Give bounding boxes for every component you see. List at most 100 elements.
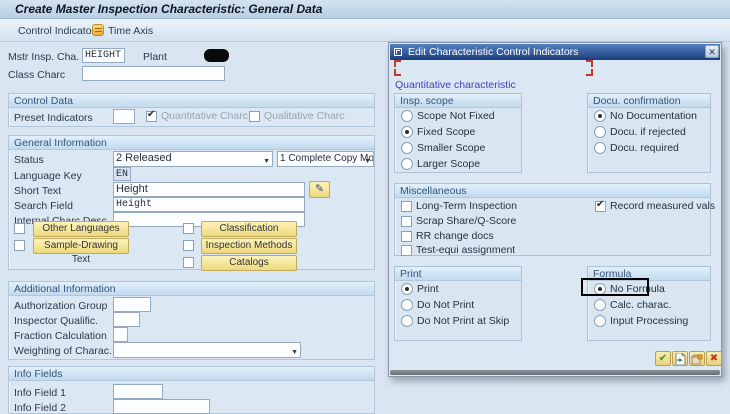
preset-indicators-input[interactable]: [113, 109, 135, 124]
rr-change-docs-checkbox[interactable]: RR change docs: [401, 230, 494, 242]
language-key-label: Language Key: [14, 170, 82, 182]
radio-icon: [594, 315, 606, 327]
cancel-button[interactable]: ✖: [706, 351, 722, 366]
authorization-group-input[interactable]: [113, 297, 151, 312]
checkbox-checked-icon: [146, 111, 157, 122]
radio-do-not-print[interactable]: Do Not Print: [401, 299, 474, 311]
other-languages-checkbox[interactable]: [14, 223, 25, 234]
radio-selected-icon: [594, 283, 606, 295]
time-axis-button[interactable]: Time Axis: [108, 23, 153, 39]
status-dropdown[interactable]: 2 Released ▼: [113, 151, 273, 167]
radio-print[interactable]: Print: [401, 283, 439, 295]
close-button[interactable]: ✕: [705, 45, 719, 58]
radio-label: Docu. if rejected: [610, 126, 686, 138]
record-measured-vals-checkbox[interactable]: Record measured vals: [595, 200, 715, 212]
checkbox-label: Test-equi assignment: [416, 244, 515, 256]
inspection-methods-button[interactable]: Inspection Methods: [201, 238, 297, 254]
cursor-marker-bottom-left: [394, 69, 401, 76]
control-indicators-button[interactable]: Control Indicators: [18, 23, 100, 39]
checkbox-unchecked-icon: [14, 240, 25, 251]
search-field-input[interactable]: Height: [113, 197, 305, 212]
sample-drawing-text-button[interactable]: Sample-Drawing Text: [33, 238, 129, 254]
copy-model-value: 1 Complete Copy Model: [280, 153, 374, 164]
language-key-input[interactable]: EN: [113, 167, 131, 181]
checkbox-unchecked-icon: [183, 240, 194, 251]
scrap-share-checkbox[interactable]: Scrap Share/Q-Score: [401, 215, 516, 227]
cursor-marker-bottom-right: [586, 69, 593, 76]
search-field-label: Search Field: [14, 200, 73, 212]
classification-button[interactable]: Classification: [201, 221, 297, 237]
info-fields-header: Info Fields: [9, 367, 374, 381]
radio-docu-required[interactable]: Docu. required: [594, 142, 679, 154]
time-axis-icon: [92, 24, 104, 36]
insp-scope-group: Insp. scope Scope Not Fixed Fixed Scope …: [394, 93, 522, 173]
inspection-methods-checkbox[interactable]: [183, 240, 194, 251]
weighting-of-charac-label: Weighting of Charac.: [14, 345, 112, 357]
other-languages-button[interactable]: Other Languages: [33, 221, 129, 237]
radio-docu-if-rejected[interactable]: Docu. if rejected: [594, 126, 686, 138]
formula-header: Formula: [588, 267, 710, 281]
dialog-bottom-shadow: [390, 370, 720, 375]
radio-icon: [594, 142, 606, 154]
fraction-calculation-input[interactable]: [113, 327, 128, 342]
dialog-window-icon: [394, 48, 402, 56]
inspector-qualific-input[interactable]: [113, 312, 140, 327]
qualitative-charc-label: Qualitative Charc: [264, 110, 345, 122]
import-button[interactable]: [689, 351, 705, 366]
dropdown-arrow-icon: ▼: [364, 155, 371, 167]
radio-label: No Formula: [610, 283, 665, 295]
radio-icon: [401, 299, 413, 311]
dropdown-arrow-icon: ▼: [291, 346, 298, 358]
quantitative-charc-checkbox[interactable]: Quantitative Charc: [146, 110, 248, 122]
sample-drawing-checkbox[interactable]: [14, 240, 25, 251]
status-label: Status: [14, 154, 44, 166]
plant-value-redacted: [204, 49, 229, 62]
radio-icon: [594, 299, 606, 311]
radio-icon: [594, 126, 606, 138]
radio-do-not-print-at-skip[interactable]: Do Not Print at Skip: [401, 315, 509, 327]
radio-calc-charac[interactable]: Calc. charac.: [594, 299, 671, 311]
copy-button[interactable]: [672, 351, 688, 366]
class-charc-label: Class Charc: [8, 69, 65, 81]
classification-checkbox[interactable]: [183, 223, 194, 234]
radio-input-processing[interactable]: Input Processing: [594, 315, 688, 327]
info-field-2-input[interactable]: [113, 399, 210, 414]
dropdown-arrow-icon: ▼: [263, 155, 270, 167]
checkbox-label: Scrap Share/Q-Score: [416, 215, 516, 227]
mstr-insp-cha-input[interactable]: HEIGHT: [82, 48, 125, 63]
package-icon: [691, 353, 703, 365]
radio-selected-icon: [401, 126, 413, 138]
confirm-button[interactable]: ✔: [655, 351, 671, 366]
general-information-section: General Information Status 2 Released ▼ …: [8, 135, 375, 270]
radio-label: Input Processing: [610, 315, 688, 327]
dialog-titlebar[interactable]: Edit Characteristic Control Indicators: [390, 44, 720, 60]
edit-text-button[interactable]: ✎: [309, 181, 330, 198]
radio-no-formula[interactable]: No Formula: [594, 283, 665, 295]
checkbox-unchecked-icon: [401, 231, 412, 242]
class-charc-input[interactable]: [82, 66, 225, 81]
copy-model-dropdown[interactable]: 1 Complete Copy Model ▼: [277, 151, 374, 167]
catalogs-checkbox[interactable]: [183, 257, 194, 268]
general-information-header: General Information: [9, 136, 374, 150]
radio-smaller-scope[interactable]: Smaller Scope: [401, 142, 485, 154]
checkbox-unchecked-icon: [401, 201, 412, 212]
radio-scope-not-fixed[interactable]: Scope Not Fixed: [401, 110, 495, 122]
qualitative-charc-checkbox[interactable]: Qualitative Charc: [249, 110, 345, 122]
radio-fixed-scope[interactable]: Fixed Scope: [401, 126, 475, 138]
checkbox-unchecked-icon: [183, 223, 194, 234]
radio-icon: [401, 158, 413, 170]
radio-no-documentation[interactable]: No Documentation: [594, 110, 697, 122]
test-equi-assignment-checkbox[interactable]: Test-equi assignment: [401, 244, 515, 256]
checkbox-label: Long-Term Inspection: [416, 200, 517, 212]
radio-larger-scope[interactable]: Larger Scope: [401, 158, 480, 170]
short-text-input[interactable]: Height: [113, 182, 305, 197]
control-data-header: Control Data: [9, 94, 374, 108]
radio-label: Docu. required: [610, 142, 679, 154]
edit-control-indicators-dialog: Edit Characteristic Control Indicators ✕…: [388, 42, 722, 377]
long-term-inspection-checkbox[interactable]: Long-Term Inspection: [401, 200, 517, 212]
weighting-dropdown[interactable]: ▼: [113, 342, 301, 358]
catalogs-button[interactable]: Catalogs: [201, 255, 297, 271]
checkbox-unchecked-icon: [183, 257, 194, 268]
info-field-1-input[interactable]: [113, 384, 163, 399]
plant-label: Plant: [143, 51, 167, 63]
